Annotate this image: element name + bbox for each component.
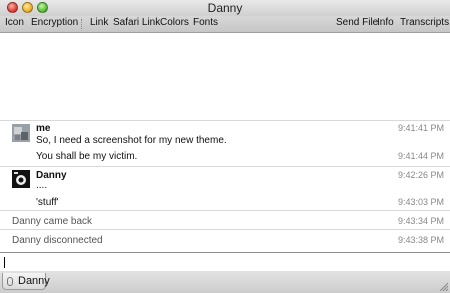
toolbar-send-file-button[interactable]: Send File: [336, 17, 378, 28]
message-timestamp: 9:41:41 PM: [397, 123, 444, 133]
message-text: You shall be my victim.: [36, 151, 138, 162]
message-sender: me: [36, 123, 51, 134]
toolbar: Icon Encryption Link Safari Link Colors …: [0, 16, 450, 33]
text-cursor: [4, 257, 5, 268]
message-text: ....: [36, 180, 48, 191]
message-timestamp: 9:42:26 PM: [397, 170, 444, 180]
window-title: Danny: [207, 1, 243, 15]
status-message: Danny came back: [12, 216, 93, 227]
toolbar-link-button[interactable]: Link: [90, 17, 108, 28]
tab-label: Danny: [18, 275, 50, 287]
message-separator: [0, 210, 450, 211]
avatar: [12, 170, 30, 188]
tab-bar: Danny: [0, 271, 450, 293]
toolbar-encryption-button[interactable]: Encryption: [31, 17, 78, 28]
toolbar-separator: [81, 19, 83, 29]
message-transcript[interactable]: me 9:41:41 PM So, I need a screenshot fo…: [0, 33, 450, 251]
toolbar-colors-button[interactable]: Colors: [160, 17, 189, 28]
message-text: 'stuff': [36, 197, 59, 208]
lock-icon: [7, 277, 13, 286]
message-separator: [0, 120, 450, 121]
message-input[interactable]: [0, 252, 450, 272]
toolbar-info-button[interactable]: Info: [377, 17, 394, 28]
status-message: Danny disconnected: [12, 235, 103, 246]
title-bar: Danny: [0, 0, 450, 17]
toolbar-transcripts-button[interactable]: Transcripts: [400, 17, 449, 28]
message-separator: [0, 166, 450, 167]
toolbar-icon-button[interactable]: Icon: [5, 17, 24, 28]
message-timestamp: 9:43:03 PM: [397, 197, 444, 207]
resize-grip-icon[interactable]: [438, 281, 448, 291]
status-timestamp: 9:43:34 PM: [397, 216, 444, 226]
toolbar-fonts-button[interactable]: Fonts: [193, 17, 218, 28]
status-timestamp: 9:43:38 PM: [397, 235, 444, 245]
message-text: So, I need a screenshot for my new theme…: [36, 135, 227, 146]
message-separator: [0, 229, 450, 230]
avatar: [12, 124, 30, 142]
toolbar-safari-link-button[interactable]: Safari Link: [113, 17, 160, 28]
tab-danny[interactable]: Danny: [2, 273, 50, 290]
message-timestamp: 9:41:44 PM: [397, 151, 444, 161]
